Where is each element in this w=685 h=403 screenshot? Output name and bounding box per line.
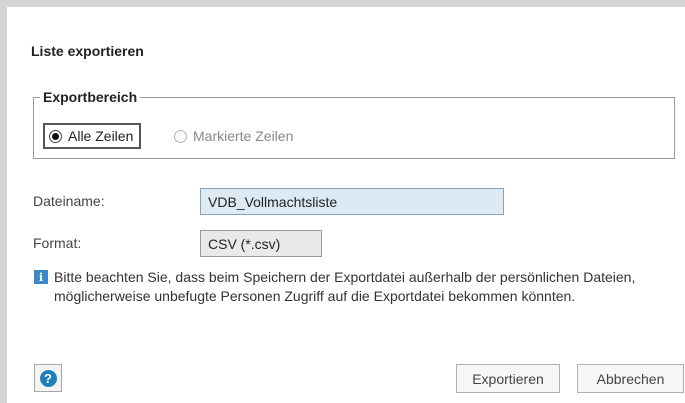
export-range-legend: Exportbereich	[43, 89, 138, 105]
radio-all-rows[interactable]: Alle Zeilen	[43, 123, 142, 149]
radio-marked-rows-label: Markierte Zeilen	[193, 128, 294, 144]
filename-label: Dateiname:	[33, 193, 105, 209]
export-list-dialog: Liste exportieren Exportbereich Alle Zei…	[7, 7, 685, 403]
format-field: CSV (*.csv)	[200, 230, 322, 257]
info-message: Bitte beachten Sie, dass beim Speichern …	[54, 269, 636, 304]
export-button[interactable]: Exportieren	[456, 364, 560, 393]
radio-marked-rows[interactable]: Markierte Zeilen	[174, 123, 293, 149]
radio-unchecked-icon	[174, 129, 187, 143]
radio-checked-icon	[49, 129, 62, 143]
dialog-title: Liste exportieren	[31, 43, 144, 59]
format-label: Format:	[33, 235, 82, 251]
cancel-button[interactable]: Abbrechen	[577, 364, 684, 393]
radio-all-rows-label: Alle Zeilen	[68, 128, 134, 144]
info-icon: i	[34, 270, 48, 284]
export-range-group: Exportbereich Alle Zeilen Markierte Zeil…	[33, 89, 675, 159]
help-button[interactable]: ?	[34, 364, 62, 392]
question-icon: ?	[39, 369, 57, 387]
filename-input[interactable]: VDB_Vollmachtsliste	[200, 188, 504, 215]
